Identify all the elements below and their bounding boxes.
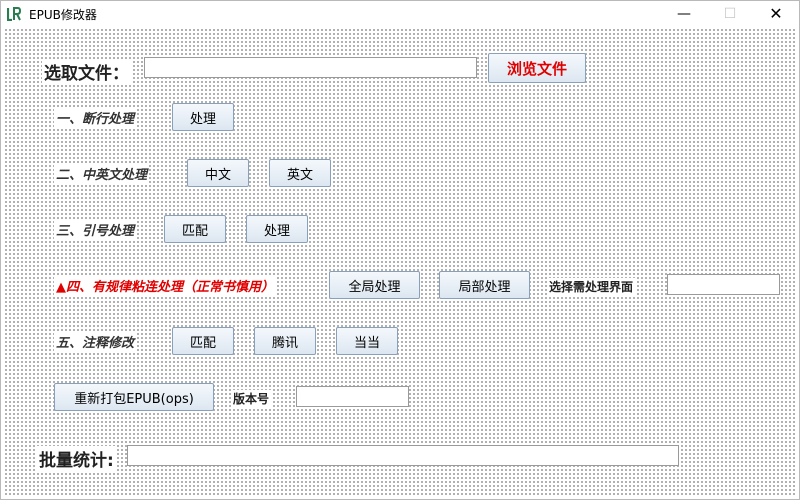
partial-process-button[interactable]: 局部处理: [439, 271, 530, 299]
step1-label: 一、断行处理: [54, 108, 137, 127]
step1-process-button[interactable]: 处理: [172, 103, 234, 131]
repack-epub-button[interactable]: 重新打包EPUB(ops): [54, 383, 214, 411]
select-file-label: 选取文件：: [42, 59, 131, 84]
chinese-button[interactable]: 中文: [187, 159, 249, 187]
maximize-button[interactable]: ☐: [707, 1, 753, 27]
step5-match-button[interactable]: 匹配: [172, 327, 234, 355]
tencent-button[interactable]: 腾讯: [254, 327, 316, 355]
step2-label: 二、中英文处理: [54, 164, 150, 183]
window-title: EPUB修改器: [29, 8, 97, 22]
step3-match-button[interactable]: 匹配: [164, 215, 226, 243]
title-bar[interactable]: EPUB修改器 — ☐ ✕: [1, 1, 799, 27]
app-window: EPUB修改器 — ☐ ✕ 选取文件： 浏览文件 一、断行处理 处理 二、中英文…: [0, 0, 800, 500]
close-button[interactable]: ✕: [753, 1, 799, 27]
english-button[interactable]: 英文: [269, 159, 331, 187]
select-interface-label: 选择需处理界面: [547, 278, 636, 295]
file-path-input[interactable]: [144, 57, 477, 78]
select-interface-input[interactable]: [667, 274, 780, 295]
form-client-area: 选取文件： 浏览文件 一、断行处理 处理 二、中英文处理 中文 英文 三、引号处…: [3, 27, 797, 497]
step3-process-button[interactable]: 处理: [246, 215, 308, 243]
dangdang-button[interactable]: 当当: [336, 327, 398, 355]
version-input[interactable]: [296, 386, 409, 407]
minimize-button[interactable]: —: [661, 1, 707, 27]
browse-file-button[interactable]: 浏览文件: [488, 53, 586, 83]
step4-label: ▲四、有规律粘连处理（正常书慎用）: [54, 276, 276, 295]
global-process-button[interactable]: 全局处理: [329, 271, 420, 299]
app-icon: [7, 7, 21, 21]
batch-stats-field[interactable]: [127, 445, 679, 466]
step3-label: 三、引号处理: [54, 220, 137, 239]
batch-stats-label: 批量统计:: [37, 446, 116, 471]
step5-label: 五、注释修改: [54, 332, 137, 351]
version-label: 版本号: [231, 390, 272, 407]
